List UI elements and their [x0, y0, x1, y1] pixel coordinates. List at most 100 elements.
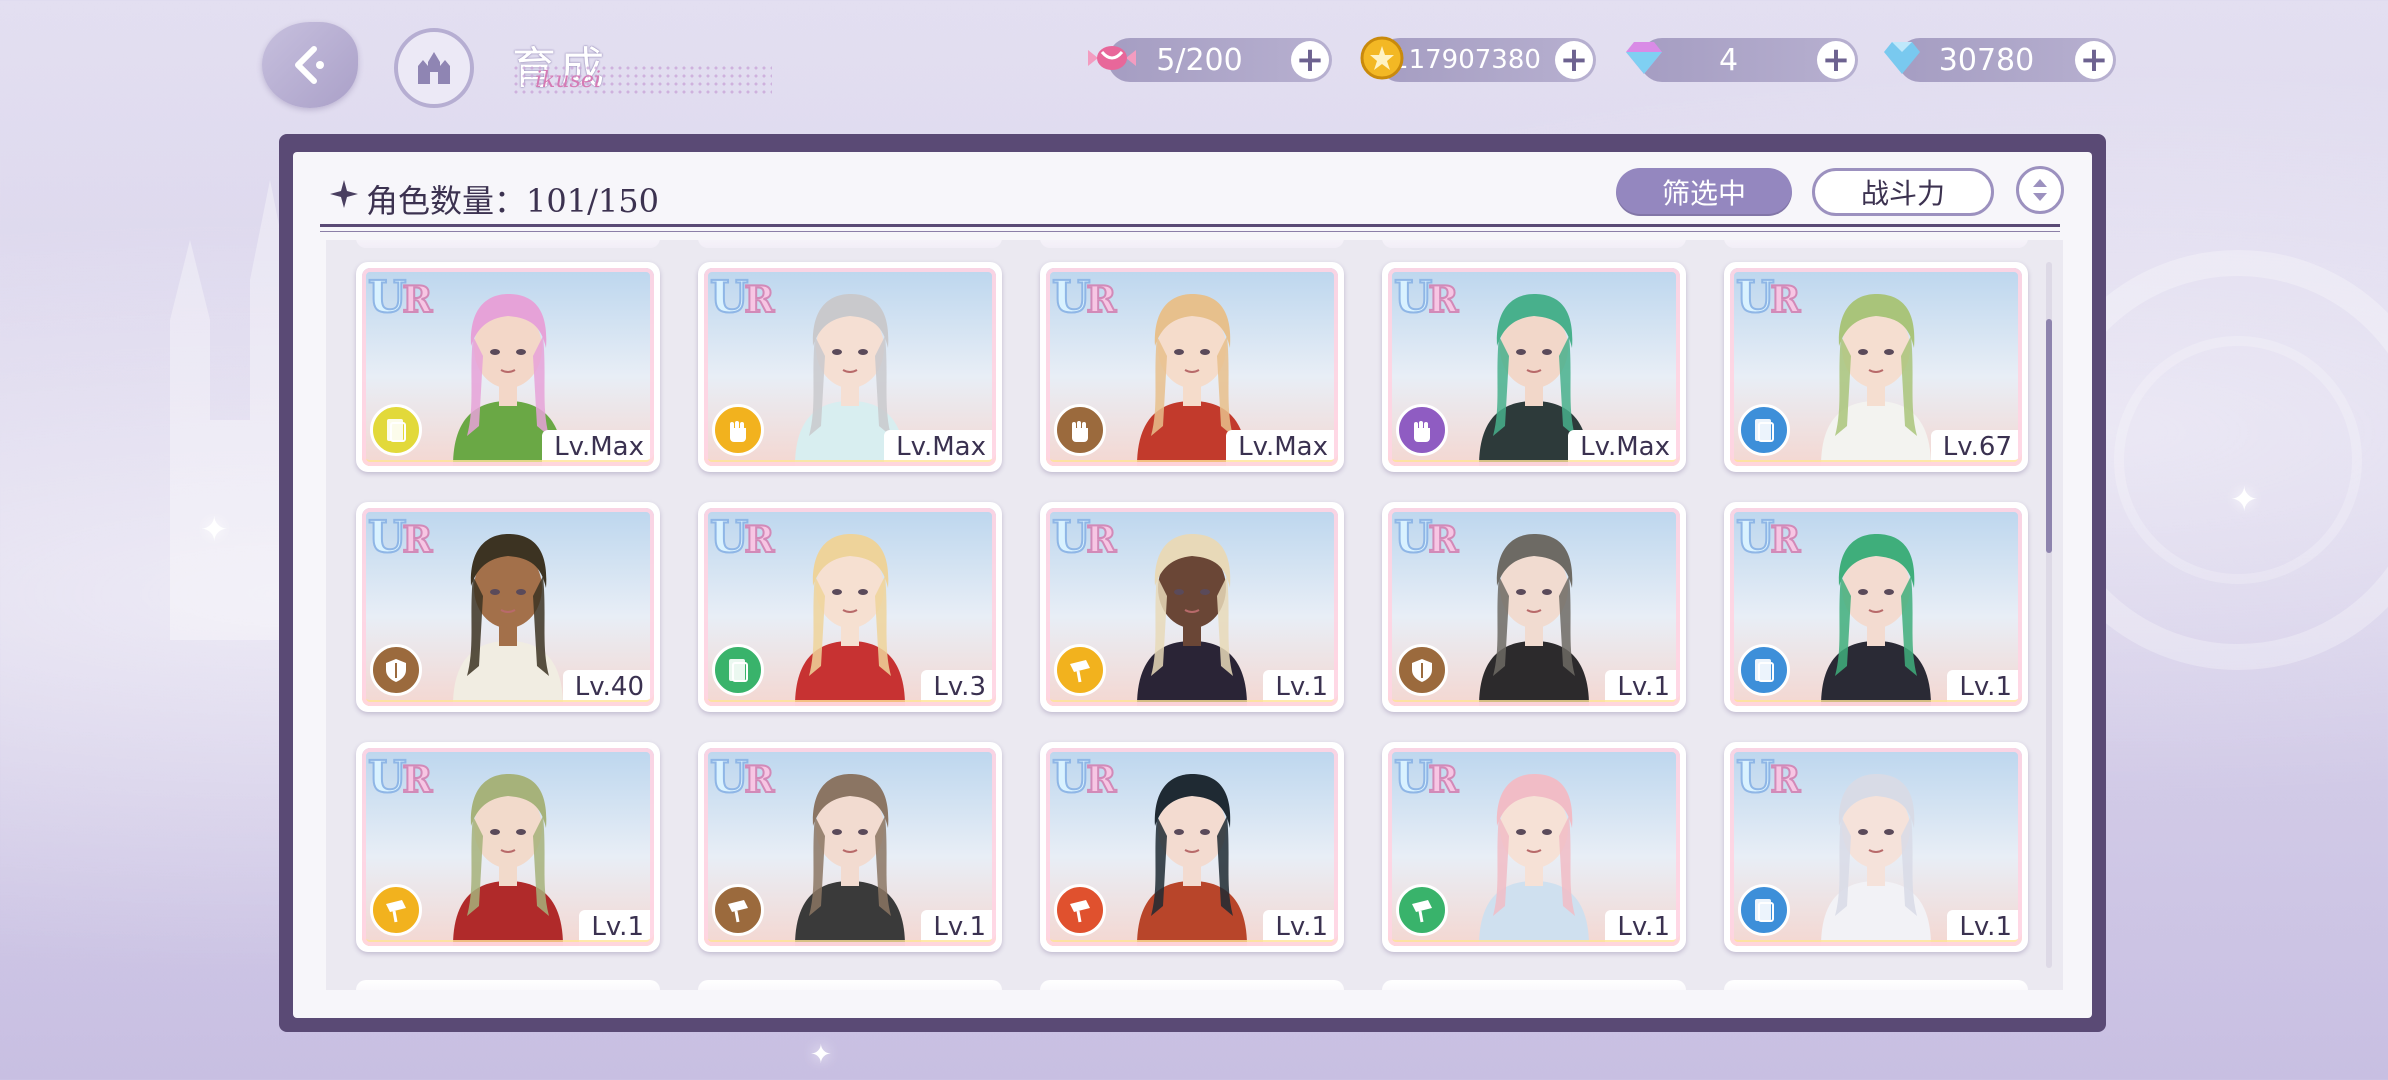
attribute-badge: [370, 884, 422, 936]
add-diamond-button[interactable]: +: [2075, 41, 2113, 79]
resource-diamond: 30780 +: [1884, 38, 2116, 82]
level-label: Lv.1: [1947, 670, 2022, 706]
character-portrait: [1137, 534, 1247, 706]
sparkle-icon: ✦: [810, 1040, 832, 1070]
candy-icon: [1088, 46, 1136, 70]
add-gem-button[interactable]: +: [1817, 41, 1855, 79]
fist-icon: [1414, 421, 1430, 442]
attribute-badge: [1054, 404, 1106, 456]
character-portrait: [1479, 774, 1589, 946]
shield-icon: [1412, 659, 1432, 682]
pink-gem-icon: [1626, 42, 1662, 74]
character-card[interactable]: UR Lv.3: [698, 502, 1002, 712]
scroll-thumb[interactable]: [2046, 319, 2052, 553]
title-script: ikusei: [535, 68, 601, 93]
horn-icon: [386, 900, 406, 923]
back-arrow-icon: [295, 46, 324, 84]
card-peek: [356, 240, 660, 248]
character-card[interactable]: UR Lv.1: [1382, 502, 1686, 712]
level-label: Lv.1: [1263, 670, 1338, 706]
character-card[interactable]: UR Lv.67: [1724, 262, 2028, 472]
attribute-badge: [712, 404, 764, 456]
character-portrait: [1821, 294, 1931, 466]
resource-candy: 5/200 +: [1088, 38, 1332, 82]
rarity-badge: UR: [367, 751, 433, 804]
attribute-badge: [1738, 404, 1790, 456]
attribute-badge: [1396, 884, 1448, 936]
card-peek: [1724, 240, 2028, 248]
rarity-badge: UR: [1051, 511, 1117, 564]
horn-icon: [728, 900, 748, 923]
castle-home-icon: [418, 52, 450, 84]
attribute-badge: [1054, 644, 1106, 696]
add-candy-button[interactable]: +: [1291, 41, 1329, 79]
character-portrait: [1821, 534, 1931, 706]
rarity-badge: UR: [367, 271, 433, 324]
attribute-badge: [1396, 644, 1448, 696]
card-peek: [698, 240, 1002, 248]
sort-button[interactable]: 战斗力: [1812, 168, 1994, 216]
sort-order-button[interactable]: [2016, 166, 2064, 214]
rarity-badge: UR: [367, 511, 433, 564]
level-label: Lv.Max: [1226, 430, 1338, 466]
character-portrait: [795, 774, 905, 946]
fist-icon: [730, 421, 746, 442]
character-card[interactable]: UR Lv.1: [1040, 502, 1344, 712]
character-card[interactable]: UR Lv.Max: [1040, 262, 1344, 472]
character-card[interactable]: UR Lv.40: [356, 502, 660, 712]
resource-gold: 117907380 +: [1360, 36, 1596, 82]
card-icon: [387, 419, 406, 442]
character-grid[interactable]: UR Lv.Max UR Lv.Max UR Lv.Max UR Lv.Max …: [326, 240, 2063, 990]
rarity-badge: UR: [709, 511, 775, 564]
card-icon: [1755, 659, 1774, 682]
character-card[interactable]: UR Lv.1: [356, 742, 660, 952]
card-peek: [1040, 980, 1344, 990]
level-label: Lv.Max: [884, 430, 996, 466]
sort-arrows-icon: [2033, 179, 2047, 201]
character-card[interactable]: UR Lv.1: [1382, 742, 1686, 952]
card-peek: [698, 980, 1002, 990]
character-portrait: [1137, 774, 1247, 946]
filter-button[interactable]: 筛选中: [1616, 168, 1792, 216]
grid-scrollbar[interactable]: [2046, 262, 2052, 968]
character-count: 角色数量：101/150: [366, 182, 659, 220]
character-card[interactable]: UR Lv.1: [1724, 742, 2028, 952]
level-label: Lv.1: [1947, 910, 2022, 946]
back-button[interactable]: [262, 22, 358, 108]
star-icon: [330, 180, 358, 208]
horn-icon: [1412, 900, 1432, 923]
add-gold-button[interactable]: +: [1555, 41, 1593, 79]
character-card[interactable]: UR Lv.1: [1724, 502, 2028, 712]
card-icon: [1755, 899, 1774, 922]
level-label: Lv.67: [1930, 430, 2022, 466]
character-card[interactable]: UR Lv.Max: [698, 262, 1002, 472]
card-peek: [1382, 240, 1686, 248]
character-card[interactable]: UR Lv.1: [698, 742, 1002, 952]
attribute-badge: [370, 644, 422, 696]
character-portrait: [453, 774, 563, 946]
gold-coin-icon: [1360, 36, 1404, 80]
home-button[interactable]: [394, 28, 474, 108]
rarity-badge: UR: [1735, 751, 1801, 804]
level-label: Lv.1: [1263, 910, 1338, 946]
rarity-badge: UR: [1393, 271, 1459, 324]
rarity-badge: UR: [1051, 271, 1117, 324]
sparkle-icon: ✦: [2230, 480, 2259, 520]
character-portrait: [1821, 774, 1931, 946]
attribute-badge: [1738, 644, 1790, 696]
level-label: Lv.Max: [542, 430, 654, 466]
horn-icon: [1070, 900, 1090, 923]
card-peek: [1724, 980, 2028, 990]
rarity-badge: UR: [709, 751, 775, 804]
rarity-badge: UR: [1051, 751, 1117, 804]
card-peek: [356, 980, 660, 990]
character-portrait: [1479, 534, 1589, 706]
rarity-badge: UR: [1393, 511, 1459, 564]
level-label: Lv.1: [921, 910, 996, 946]
character-card[interactable]: UR Lv.Max: [356, 262, 660, 472]
character-card[interactable]: UR Lv.Max: [1382, 262, 1686, 472]
resource-gem: 4 +: [1626, 38, 1858, 82]
attribute-badge: [712, 644, 764, 696]
level-label: Lv.40: [562, 670, 654, 706]
character-card[interactable]: UR Lv.1: [1040, 742, 1344, 952]
